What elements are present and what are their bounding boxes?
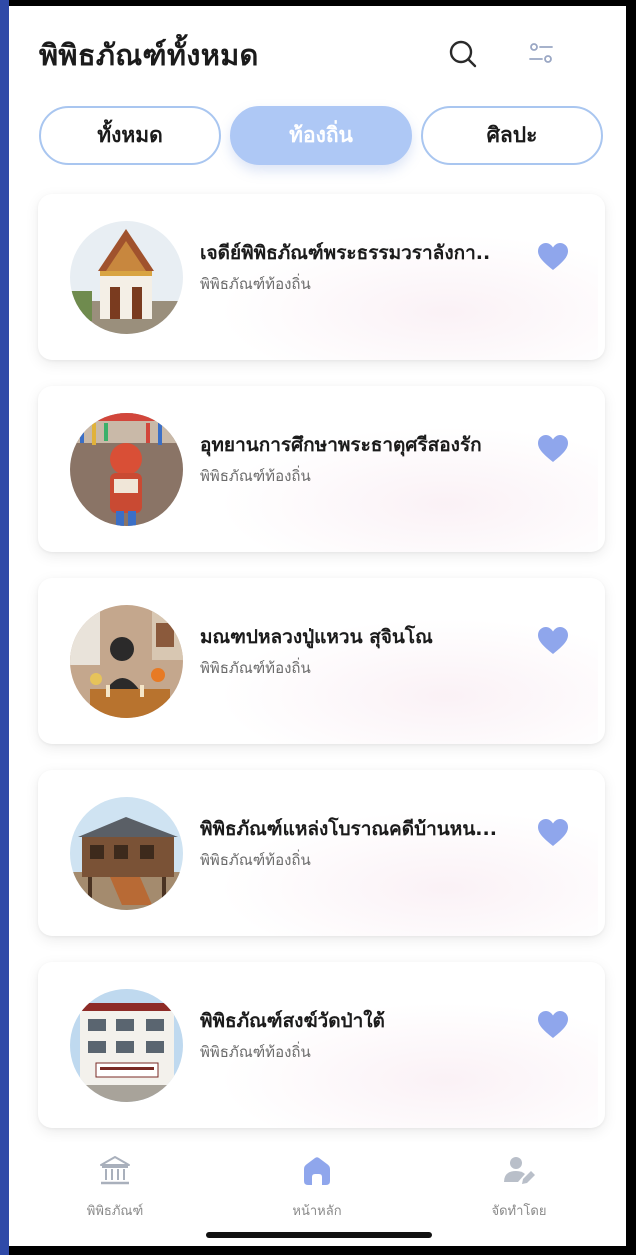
home-indicator[interactable] <box>206 1232 432 1238</box>
museum-category: พิพิธภัณฑ์ท้องถิ่น <box>200 851 311 869</box>
header: พิพิธภัณฑ์ทั้งหมด <box>9 6 626 96</box>
window-edge <box>0 0 9 1255</box>
category-tabs: ทั้งหมด ท้องถิ่น ศิลปะ <box>39 106 606 168</box>
nav-label: พิพิธภัณฑ์ <box>86 1204 144 1219</box>
museum-title: มณฑปหลวงปู่แหวน สุจินโณ <box>200 626 433 648</box>
filter-button[interactable] <box>523 36 559 72</box>
museum-title: อุทยานการศึกษาพระธาตุศรีสองรัก <box>200 434 482 456</box>
museum-photo-pagoda <box>70 221 183 334</box>
sliders-icon <box>529 43 553 63</box>
museum-photo-shrine <box>70 605 183 718</box>
heart-icon[interactable] <box>537 626 569 656</box>
search-button[interactable] <box>445 36 481 72</box>
bottom-nav: พิพิธภัณฑ์ หน้าหลัก จัดทำโดย <box>9 1142 626 1246</box>
tab-art[interactable]: ศิลปะ <box>421 106 603 165</box>
museum-category: พิพิธภัณฑ์ท้องถิ่น <box>200 1043 311 1061</box>
museum-photo-building <box>70 989 183 1102</box>
tab-all[interactable]: ทั้งหมด <box>39 106 221 165</box>
tab-local[interactable]: ท้องถิ่น <box>230 106 412 165</box>
museum-photo-wooden-house <box>70 797 183 910</box>
museum-photo-statue <box>70 413 183 526</box>
heart-icon[interactable] <box>537 818 569 848</box>
search-icon <box>449 40 477 68</box>
app-screen: พิพิธภัณฑ์ทั้งหมด ทั้งหมด ท้องถิ่น ศิลปะ <box>9 6 626 1246</box>
museum-card[interactable]: เจดีย์พิพิธภัณฑ์พระธรรมวราลังกา.. พิพิธภ… <box>38 194 605 360</box>
museum-title: เจดีย์พิพิธภัณฑ์พระธรรมวราลังกา.. <box>200 242 491 264</box>
museum-card[interactable]: พิพิธภัณฑ์สงฆ์วัดป่าใต้ พิพิธภัณฑ์ท้องถิ… <box>38 962 605 1128</box>
nav-home[interactable]: หน้าหลัก <box>247 1154 387 1234</box>
nav-label: จัดทำโดย <box>491 1204 547 1219</box>
page-title: พิพิธภัณฑ์ทั้งหมด <box>39 38 259 72</box>
user-edit-icon <box>504 1157 535 1184</box>
museum-icon <box>100 1156 130 1185</box>
heart-icon[interactable] <box>537 1010 569 1040</box>
museum-card[interactable]: อุทยานการศึกษาพระธาตุศรีสองรัก พิพิธภัณฑ… <box>38 386 605 552</box>
heart-icon[interactable] <box>537 434 569 464</box>
home-icon <box>304 1157 330 1185</box>
museum-title: พิพิธภัณฑ์แหล่งโบราณคดีบ้านหน... <box>200 818 497 840</box>
museum-category: พิพิธภัณฑ์ท้องถิ่น <box>200 275 311 293</box>
nav-credits[interactable]: จัดทำโดย <box>449 1154 589 1234</box>
museum-card[interactable]: มณฑปหลวงปู่แหวน สุจินโณ พิพิธภัณฑ์ท้องถิ… <box>38 578 605 744</box>
nav-museums[interactable]: พิพิธภัณฑ์ <box>45 1154 185 1234</box>
heart-icon[interactable] <box>537 242 569 272</box>
museum-title: พิพิธภัณฑ์สงฆ์วัดป่าใต้ <box>200 1010 385 1032</box>
museum-card[interactable]: พิพิธภัณฑ์แหล่งโบราณคดีบ้านหน... พิพิธภั… <box>38 770 605 936</box>
museum-category: พิพิธภัณฑ์ท้องถิ่น <box>200 467 311 485</box>
museum-category: พิพิธภัณฑ์ท้องถิ่น <box>200 659 311 677</box>
nav-label: หน้าหลัก <box>292 1204 342 1219</box>
